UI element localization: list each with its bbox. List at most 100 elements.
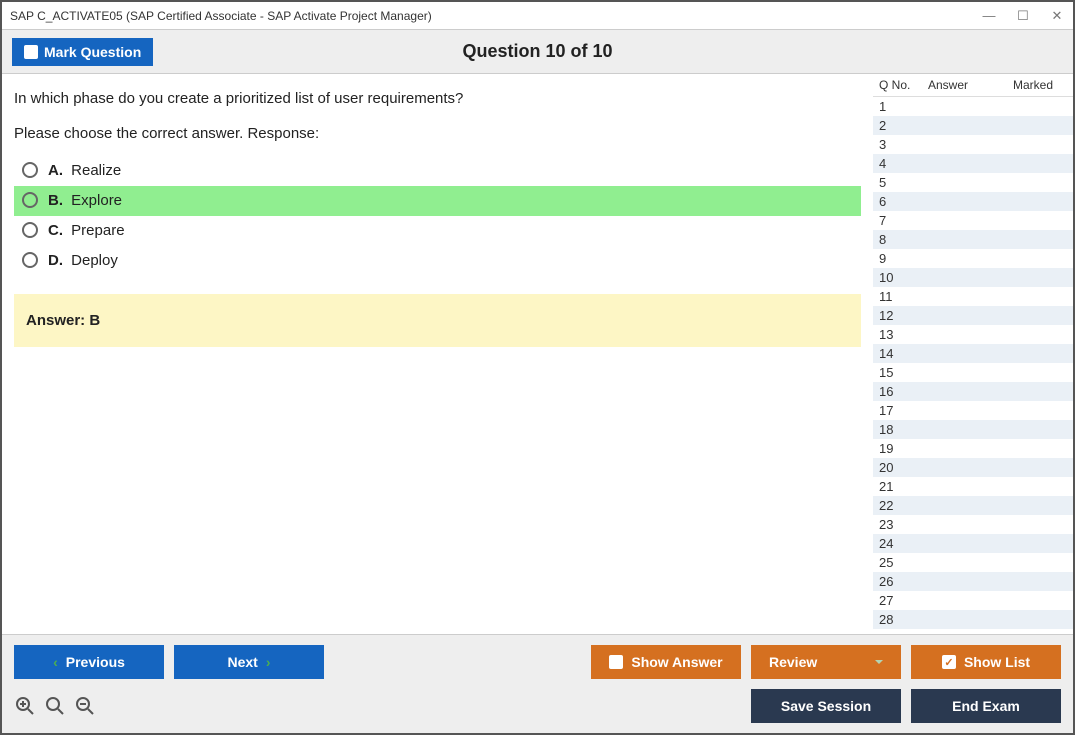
- options-list: A. Realize B. Explore C. Prepare D. Deploy: [14, 156, 861, 276]
- mark-question-button[interactable]: Mark Question: [12, 38, 153, 66]
- list-item[interactable]: 10: [873, 268, 1073, 287]
- list-item[interactable]: 3: [873, 135, 1073, 154]
- review-button[interactable]: Review: [751, 645, 901, 679]
- list-item[interactable]: 4: [873, 154, 1073, 173]
- option-a[interactable]: A. Realize: [14, 156, 861, 186]
- window-controls: — ☐ ✕: [981, 8, 1065, 24]
- list-item[interactable]: 12: [873, 306, 1073, 325]
- radio-icon: [22, 192, 38, 208]
- cell-qno: 12: [873, 308, 928, 323]
- button-row-1: ‹ Previous Next › Show Answer Review ✓ S…: [14, 645, 1061, 679]
- checkbox-icon: [24, 45, 38, 59]
- chevron-right-icon: ›: [266, 654, 271, 670]
- list-item[interactable]: 24: [873, 534, 1073, 553]
- zoom-controls: [14, 695, 96, 717]
- end-exam-button[interactable]: End Exam: [911, 689, 1061, 723]
- save-session-label: Save Session: [781, 698, 871, 714]
- button-row-2: Save Session End Exam: [14, 689, 1061, 723]
- list-item[interactable]: 1: [873, 97, 1073, 116]
- window-title: SAP C_ACTIVATE05 (SAP Certified Associat…: [10, 9, 432, 23]
- cell-qno: 17: [873, 403, 928, 418]
- main-area: In which phase do you create a prioritiz…: [2, 74, 1073, 634]
- zoom-reset-icon[interactable]: [44, 695, 66, 717]
- show-list-button[interactable]: ✓ Show List: [911, 645, 1061, 679]
- cell-qno: 14: [873, 346, 928, 361]
- maximize-icon[interactable]: ☐: [1015, 8, 1031, 24]
- list-item[interactable]: 28: [873, 610, 1073, 629]
- list-item[interactable]: 13: [873, 325, 1073, 344]
- option-c[interactable]: C. Prepare: [14, 216, 861, 246]
- show-answer-button[interactable]: Show Answer: [591, 645, 741, 679]
- previous-button[interactable]: ‹ Previous: [14, 645, 164, 679]
- cell-qno: 19: [873, 441, 928, 456]
- titlebar: SAP C_ACTIVATE05 (SAP Certified Associat…: [2, 2, 1073, 30]
- option-label: A. Realize: [48, 162, 121, 179]
- option-label: D. Deploy: [48, 252, 118, 269]
- cell-qno: 28: [873, 612, 928, 627]
- list-item[interactable]: 25: [873, 553, 1073, 572]
- question-area: In which phase do you create a prioritiz…: [2, 74, 873, 634]
- list-item[interactable]: 9: [873, 249, 1073, 268]
- list-item[interactable]: 22: [873, 496, 1073, 515]
- list-item[interactable]: 20: [873, 458, 1073, 477]
- mark-question-label: Mark Question: [44, 44, 141, 60]
- dropdown-triangle-icon: [875, 660, 883, 664]
- option-d[interactable]: D. Deploy: [14, 246, 861, 276]
- answer-box: Answer: B: [14, 294, 861, 347]
- review-label: Review: [769, 654, 817, 670]
- list-item[interactable]: 6: [873, 192, 1073, 211]
- list-item[interactable]: 17: [873, 401, 1073, 420]
- col-answer: Answer: [928, 78, 1013, 92]
- cell-qno: 11: [873, 289, 928, 304]
- cell-qno: 18: [873, 422, 928, 437]
- question-list-sidebar: Q No. Answer Marked 12345678910111213141…: [873, 74, 1073, 634]
- cell-qno: 6: [873, 194, 928, 209]
- cell-qno: 9: [873, 251, 928, 266]
- cell-qno: 25: [873, 555, 928, 570]
- col-qno: Q No.: [873, 78, 928, 92]
- list-item[interactable]: 15: [873, 363, 1073, 382]
- list-item[interactable]: 23: [873, 515, 1073, 534]
- save-session-button[interactable]: Save Session: [751, 689, 901, 723]
- checkbox-icon: [609, 655, 623, 669]
- minimize-icon[interactable]: —: [981, 8, 997, 24]
- col-marked: Marked: [1013, 78, 1073, 92]
- cell-qno: 7: [873, 213, 928, 228]
- cell-qno: 21: [873, 479, 928, 494]
- list-item[interactable]: 11: [873, 287, 1073, 306]
- cell-qno: 22: [873, 498, 928, 513]
- topbar: Mark Question Question 10 of 10: [2, 30, 1073, 74]
- list-item[interactable]: 2: [873, 116, 1073, 135]
- cell-qno: 27: [873, 593, 928, 608]
- list-item[interactable]: 14: [873, 344, 1073, 363]
- zoom-in-icon[interactable]: [14, 695, 36, 717]
- list-item[interactable]: 27: [873, 591, 1073, 610]
- list-item[interactable]: 19: [873, 439, 1073, 458]
- end-exam-label: End Exam: [952, 698, 1020, 714]
- cell-qno: 8: [873, 232, 928, 247]
- cell-qno: 23: [873, 517, 928, 532]
- list-item[interactable]: 18: [873, 420, 1073, 439]
- list-item[interactable]: 16: [873, 382, 1073, 401]
- list-item[interactable]: 5: [873, 173, 1073, 192]
- zoom-out-icon[interactable]: [74, 695, 96, 717]
- show-list-label: Show List: [964, 654, 1030, 670]
- question-text: In which phase do you create a prioritiz…: [14, 88, 861, 111]
- question-instruction: Please choose the correct answer. Respon…: [14, 125, 861, 142]
- cell-qno: 20: [873, 460, 928, 475]
- radio-icon: [22, 252, 38, 268]
- list-item[interactable]: 8: [873, 230, 1073, 249]
- checkbox-checked-icon: ✓: [942, 655, 956, 669]
- list-item[interactable]: 21: [873, 477, 1073, 496]
- option-label: C. Prepare: [48, 222, 125, 239]
- close-icon[interactable]: ✕: [1049, 8, 1065, 24]
- option-b[interactable]: B. Explore: [14, 186, 861, 216]
- cell-qno: 24: [873, 536, 928, 551]
- list-item[interactable]: 26: [873, 572, 1073, 591]
- cell-qno: 15: [873, 365, 928, 380]
- list-item[interactable]: 7: [873, 211, 1073, 230]
- previous-label: Previous: [66, 654, 125, 670]
- app-window: SAP C_ACTIVATE05 (SAP Certified Associat…: [0, 0, 1075, 735]
- sidebar-list[interactable]: 1234567891011121314151617181920212223242…: [873, 97, 1073, 634]
- next-button[interactable]: Next ›: [174, 645, 324, 679]
